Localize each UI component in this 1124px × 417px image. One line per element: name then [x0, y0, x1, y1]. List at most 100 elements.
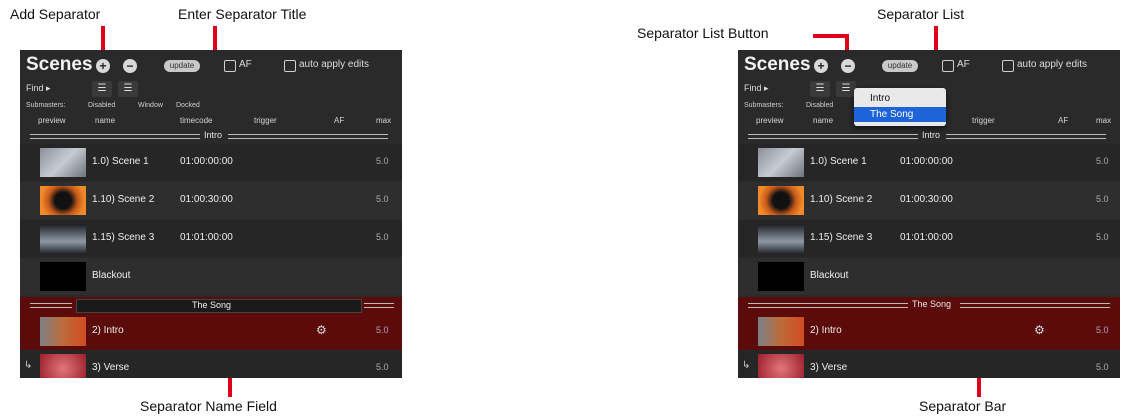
scene-name: 1.0) Scene 1 — [810, 156, 867, 167]
table-row[interactable]: Blackout — [738, 258, 1120, 295]
scene-name: 1.15) Scene 3 — [92, 232, 155, 243]
scene-max: 5.0 — [1096, 362, 1109, 372]
callout-separator-bar: Separator Bar — [919, 398, 1007, 414]
scene-max: 5.0 — [376, 156, 389, 166]
col-timecode: timecode — [180, 116, 213, 125]
callout-add-separator: Add Separator — [10, 6, 101, 22]
submaster-disabled[interactable]: Disabled — [88, 102, 115, 109]
add-separator-icon[interactable]: ☰ — [92, 81, 112, 97]
submaster-disabled[interactable]: Disabled — [806, 102, 833, 109]
col-name: name — [95, 116, 116, 125]
callout-separator-name-field: Separator Name Field — [140, 398, 277, 414]
scene-thumbnail — [758, 317, 804, 346]
child-arrow-icon: ↳ — [742, 360, 751, 371]
menu-item-the-song[interactable]: The Song — [854, 107, 946, 122]
table-row-selected[interactable]: 2) Intro ⚙ 5.0 — [20, 313, 402, 350]
separator-name-field[interactable]: The Song — [76, 299, 362, 313]
col-max: max — [376, 116, 392, 125]
scene-thumbnail — [40, 224, 86, 253]
add-separator-button[interactable]: + — [96, 59, 110, 73]
col-name: name — [813, 116, 834, 125]
table-row[interactable]: 1.10) Scene 2 01:00:30:00 5.0 — [738, 182, 1120, 219]
scene-timecode: 01:00:00:00 — [900, 156, 953, 167]
submaster-window[interactable]: Window — [138, 102, 163, 109]
submaster-docked[interactable]: Docked — [176, 102, 200, 109]
submasters-label: Submasters: — [26, 102, 66, 109]
table-row[interactable]: 1.0) Scene 1 01:00:00:00 5.0 — [20, 144, 402, 181]
af-checkbox[interactable] — [942, 60, 954, 72]
auto-apply-label: auto apply edits — [1017, 59, 1088, 70]
scene-name: Blackout — [810, 270, 849, 281]
scene-thumbnail — [40, 186, 86, 215]
submasters-label: Submasters: — [744, 102, 784, 109]
scene-max: 5.0 — [1096, 325, 1109, 335]
scene-name: 1.15) Scene 3 — [810, 232, 873, 243]
separator-name-value: The Song — [192, 300, 232, 310]
scenes-panel-right: Scenes + − update AF auto apply edits Fi… — [738, 50, 1120, 378]
update-button[interactable]: update — [164, 60, 200, 72]
scene-thumbnail — [758, 354, 804, 378]
scene-timecode: 01:00:30:00 — [180, 194, 233, 205]
find-toggle[interactable]: Find ▸ — [26, 83, 51, 94]
col-af: AF — [334, 116, 345, 125]
table-row[interactable]: ↳ 3) Verse 5.0 — [738, 350, 1120, 378]
scene-thumbnail — [758, 262, 804, 291]
separator-bar-intro[interactable]: Intro — [738, 130, 1120, 142]
table-row[interactable]: Blackout — [20, 258, 402, 295]
separator-list-button[interactable]: ☰ — [118, 81, 138, 97]
auto-apply-checkbox[interactable] — [284, 60, 296, 72]
callout-separator-list-button: Separator List Button — [637, 25, 769, 41]
scene-thumbnail — [40, 262, 86, 291]
scene-max: 5.0 — [376, 362, 389, 372]
table-row[interactable]: 1.15) Scene 3 01:01:00:00 5.0 — [20, 220, 402, 257]
table-row-selected[interactable]: 2) Intro ⚙ 5.0 — [738, 313, 1120, 350]
remove-scene-button[interactable]: − — [123, 59, 137, 73]
callout-enter-separator-title: Enter Separator Title — [178, 6, 307, 22]
separator-bar-song[interactable]: The Song — [738, 297, 1120, 313]
separator-title-song: The Song — [912, 299, 952, 309]
col-max: max — [1096, 116, 1112, 125]
separator-title-intro: Intro — [204, 130, 223, 140]
scenes-title: Scenes — [744, 54, 811, 75]
add-separator-button[interactable]: + — [814, 59, 828, 73]
separator-bar-intro[interactable]: Intro — [20, 130, 402, 142]
gear-icon[interactable]: ⚙ — [1034, 323, 1045, 337]
scenes-panel-left: Scenes + − update AF auto apply edits Fi… — [20, 50, 402, 378]
separator-list-button[interactable]: ☰ — [836, 81, 856, 97]
table-row[interactable]: 1.10) Scene 2 01:00:30:00 5.0 — [20, 182, 402, 219]
col-trigger: trigger — [254, 116, 277, 125]
table-row[interactable]: 1.0) Scene 1 01:00:00:00 5.0 — [738, 144, 1120, 181]
callout-separator-list: Separator List — [877, 6, 965, 22]
af-label: AF — [957, 59, 970, 70]
separator-bar-song-editing[interactable]: The Song — [20, 297, 402, 313]
af-checkbox[interactable] — [224, 60, 236, 72]
scene-timecode: 01:00:00:00 — [180, 156, 233, 167]
scene-thumbnail — [758, 186, 804, 215]
add-separator-icon[interactable]: ☰ — [810, 81, 830, 97]
scene-name: 1.0) Scene 1 — [92, 156, 149, 167]
scene-name: 3) Verse — [810, 362, 848, 373]
remove-scene-button[interactable]: − — [841, 59, 855, 73]
scene-max: 5.0 — [376, 325, 389, 335]
find-toggle[interactable]: Find ▸ — [744, 83, 769, 94]
menu-item-intro[interactable]: Intro — [854, 91, 946, 106]
scene-thumbnail — [758, 148, 804, 177]
table-row[interactable]: ↳ 3) Verse 5.0 — [20, 350, 402, 378]
scenes-title: Scenes — [26, 54, 93, 75]
scene-max: 5.0 — [1096, 156, 1109, 166]
update-button[interactable]: update — [882, 60, 918, 72]
scene-name: 1.10) Scene 2 — [92, 194, 155, 205]
scene-max: 5.0 — [1096, 194, 1109, 204]
separator-list-menu: Intro The Song — [854, 88, 946, 126]
scene-name: 2) Intro — [92, 325, 124, 336]
table-row[interactable]: 1.15) Scene 3 01:01:00:00 5.0 — [738, 220, 1120, 257]
auto-apply-checkbox[interactable] — [1002, 60, 1014, 72]
scene-timecode: 01:01:00:00 — [900, 232, 953, 243]
scene-name: 1.10) Scene 2 — [810, 194, 873, 205]
scene-name: 3) Verse — [92, 362, 130, 373]
scene-thumbnail — [40, 148, 86, 177]
col-preview: preview — [38, 116, 66, 125]
col-preview: preview — [756, 116, 784, 125]
gear-icon[interactable]: ⚙ — [316, 323, 327, 337]
scene-timecode: 01:00:30:00 — [900, 194, 953, 205]
